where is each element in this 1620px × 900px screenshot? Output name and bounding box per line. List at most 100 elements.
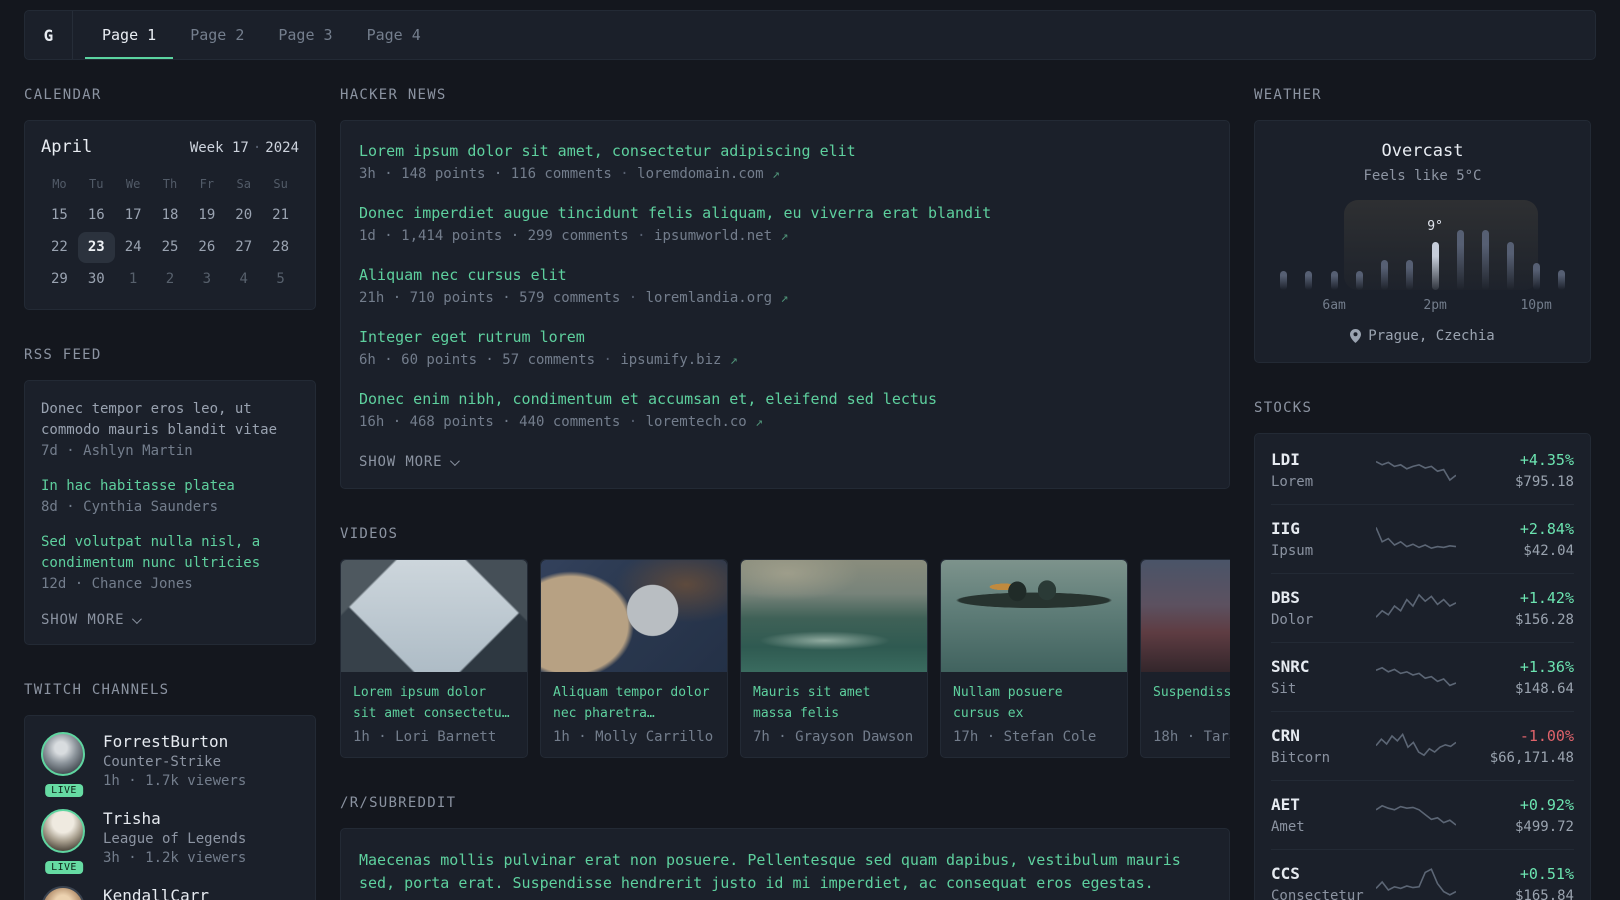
- hackernews-item-title[interactable]: Donec enim nibh, condimentum et accumsan…: [359, 389, 1211, 410]
- chevron-down-icon: [450, 455, 461, 466]
- stock-price: $165.84: [1514, 887, 1574, 900]
- channel-avatar[interactable]: [41, 732, 85, 776]
- video-thumbnail[interactable]: [941, 560, 1127, 672]
- video-thumbnail[interactable]: [1141, 560, 1230, 672]
- stock-row[interactable]: SNRC Sit +1.36% $148.64: [1271, 643, 1574, 712]
- stock-row[interactable]: AET Amet +0.92% $499.72: [1271, 781, 1574, 850]
- twitch-list: LIVE ForrestBurton Counter-Strike 1h · 1.7k…: [24, 715, 316, 900]
- app-logo[interactable]: G: [25, 11, 73, 59]
- weather-hour-column: [1271, 200, 1296, 290]
- hackernews-item-title[interactable]: Aliquam nec cursus elit: [359, 265, 1211, 286]
- source-domain-link[interactable]: loremtech.co ↗: [646, 414, 763, 430]
- twitch-channel-name[interactable]: Trisha: [103, 809, 246, 828]
- video-title[interactable]: Suspendisse diam: [1153, 682, 1230, 724]
- stock-price: $795.18: [1514, 473, 1574, 490]
- weather-widget: WEATHER Overcast Feels like 5°C 9° 6am 2p…: [1254, 87, 1591, 363]
- stock-row[interactable]: CRN Bitcorn -1.00% $66,171.48: [1271, 712, 1574, 781]
- external-link-icon: ↗: [780, 291, 789, 306]
- video-title[interactable]: Mauris sit amet massa felis: [753, 682, 915, 724]
- twitch-widget: TWITCH CHANNELS LIVE ForrestBurton Counter…: [24, 682, 316, 900]
- stock-sparkline: [1375, 656, 1468, 698]
- channel-avatar[interactable]: [41, 809, 85, 853]
- stock-price: $156.28: [1514, 611, 1574, 628]
- weather-hour-column: [1549, 200, 1574, 290]
- hackernews-item-title[interactable]: Lorem ipsum dolor sit amet, consectetur …: [359, 141, 1211, 162]
- calendar-day: 18: [161, 207, 179, 223]
- video-thumbnail[interactable]: [541, 560, 727, 672]
- channel-avatar[interactable]: [41, 886, 85, 900]
- hackernews-item-title[interactable]: Donec imperdiet augue tincidunt felis al…: [359, 203, 1211, 224]
- calendar-day: 15: [50, 207, 68, 223]
- weather-hour-label: 10pm: [1520, 298, 1552, 313]
- subreddit-post-title[interactable]: Maecenas mollis pulvinar erat non posuer…: [359, 849, 1211, 896]
- stock-symbol: CCS: [1271, 864, 1300, 883]
- left-column: CALENDAR April Week 17 · 2024 Mo Tu We Th Fr Sa…: [24, 87, 316, 900]
- twitch-channel-row[interactable]: LIVE ForrestBurton Counter-Strike 1h · 1.7k…: [41, 732, 299, 797]
- weather-hour-column: [1322, 200, 1347, 290]
- twitch-channel-name[interactable]: KendallCarr: [103, 886, 209, 900]
- stock-identity: DBS Dolor: [1271, 588, 1376, 628]
- tab-page-2[interactable]: Page 2: [173, 11, 261, 59]
- source-domain-link[interactable]: ipsumworld.net ↗: [654, 228, 788, 244]
- video-title[interactable]: Aliquam tempor dolor nec pharetra…: [553, 682, 715, 724]
- rss-item-title[interactable]: Donec tempor eros leo, ut commodo mauris…: [41, 399, 299, 441]
- stock-values: +0.92% $499.72: [1468, 796, 1574, 835]
- calendar-day: 2: [165, 271, 175, 287]
- calendar-day: 16: [87, 207, 105, 223]
- stock-change: +1.42%: [1519, 588, 1574, 607]
- calendar-weekday: Sa: [236, 177, 251, 191]
- stock-row[interactable]: IIG Ipsum +2.84% $42.04: [1271, 505, 1574, 574]
- videos-widget: VIDEOS Lorem ipsum dolor sit amet consec…: [340, 526, 1230, 758]
- hackernews-show-more-button[interactable]: SHOW MORE: [359, 454, 461, 470]
- video-title[interactable]: Nullam posuere cursus ex: [953, 682, 1115, 724]
- video-meta: 7h · Grayson Dawson: [753, 729, 914, 745]
- weather-feels-like: Feels like 5°C: [1363, 168, 1482, 184]
- calendar-weekday: Tu: [89, 177, 104, 191]
- tab-page-4[interactable]: Page 4: [350, 11, 438, 59]
- twitch-channel-row[interactable]: KendallCarr: [41, 886, 299, 900]
- twitch-channel-meta: 3h · 1.2k viewers: [103, 850, 247, 866]
- weather-bar: [1532, 263, 1540, 290]
- rss-item-title[interactable]: Sed volutpat nulla nisl, a condimentum n…: [41, 532, 299, 574]
- item-meta: 21h · 710 points · 579 comments · loreml…: [359, 290, 1211, 306]
- video-thumbnail[interactable]: [341, 560, 527, 672]
- stock-change: +0.92%: [1519, 795, 1574, 814]
- source-domain-link[interactable]: loremlandia.org ↗: [646, 290, 789, 306]
- video-card: Lorem ipsum dolor sit amet consectetu… 1h…: [340, 559, 528, 758]
- item-meta-info: 16h · 468 points · 440 comments: [359, 414, 621, 430]
- weather-hour-column: [1347, 200, 1372, 290]
- stock-identity: LDI Lorem: [1271, 450, 1376, 490]
- stock-values: +1.36% $148.64: [1468, 658, 1574, 697]
- video-card-body: Suspendisse diam 18h · Tara: [1141, 672, 1230, 757]
- weather-hour-column: [1448, 200, 1473, 290]
- source-domain-link[interactable]: ipsumify.biz ↗: [620, 352, 737, 368]
- stock-row[interactable]: LDI Lorem +4.35% $795.18: [1271, 436, 1574, 505]
- video-card: Nullam posuere cursus ex 17h · Stefan Col…: [940, 559, 1128, 758]
- rss-item-title[interactable]: In hac habitasse platea: [41, 476, 299, 497]
- stock-symbol: DBS: [1271, 588, 1300, 607]
- twitch-header: TWITCH CHANNELS: [24, 682, 170, 698]
- stock-name: Dolor: [1271, 612, 1314, 628]
- stock-name: Amet: [1271, 819, 1305, 835]
- tab-page-1[interactable]: Page 1: [85, 11, 174, 59]
- calendar-weekday: We: [125, 177, 141, 191]
- tab-page-3[interactable]: Page 3: [261, 11, 349, 59]
- stock-row[interactable]: DBS Dolor +1.42% $156.28: [1271, 574, 1574, 643]
- meta-separator: ·: [611, 166, 638, 182]
- stock-row[interactable]: CCS Consectetur +0.51% $165.84: [1271, 850, 1574, 900]
- item-meta-info: 3h · 148 points · 116 comments: [359, 166, 612, 182]
- item-meta: 1d · 1,414 points · 299 comments · ipsum…: [359, 228, 1211, 244]
- calendar-weekday: Su: [273, 177, 288, 191]
- weather-bar: [1507, 242, 1515, 290]
- stock-name: Ipsum: [1271, 543, 1314, 559]
- weather-header: WEATHER: [1254, 87, 1322, 103]
- twitch-channel-row[interactable]: LIVE Trisha League of Legends 3h · 1.2k vie…: [41, 809, 299, 874]
- hackernews-item-title[interactable]: Integer eget rutrum lorem: [359, 327, 1211, 348]
- twitch-channel-name[interactable]: ForrestBurton: [103, 732, 246, 751]
- source-domain-link[interactable]: loremdomain.com ↗: [637, 166, 780, 182]
- video-title[interactable]: Lorem ipsum dolor sit amet consectetu…: [353, 682, 515, 724]
- video-thumbnail[interactable]: [741, 560, 927, 672]
- videos-header: VIDEOS: [340, 526, 399, 542]
- twitch-channel-info: ForrestBurton Counter-Strike 1h · 1.7k vie…: [103, 732, 246, 789]
- rss-show-more-button[interactable]: SHOW MORE: [41, 612, 143, 628]
